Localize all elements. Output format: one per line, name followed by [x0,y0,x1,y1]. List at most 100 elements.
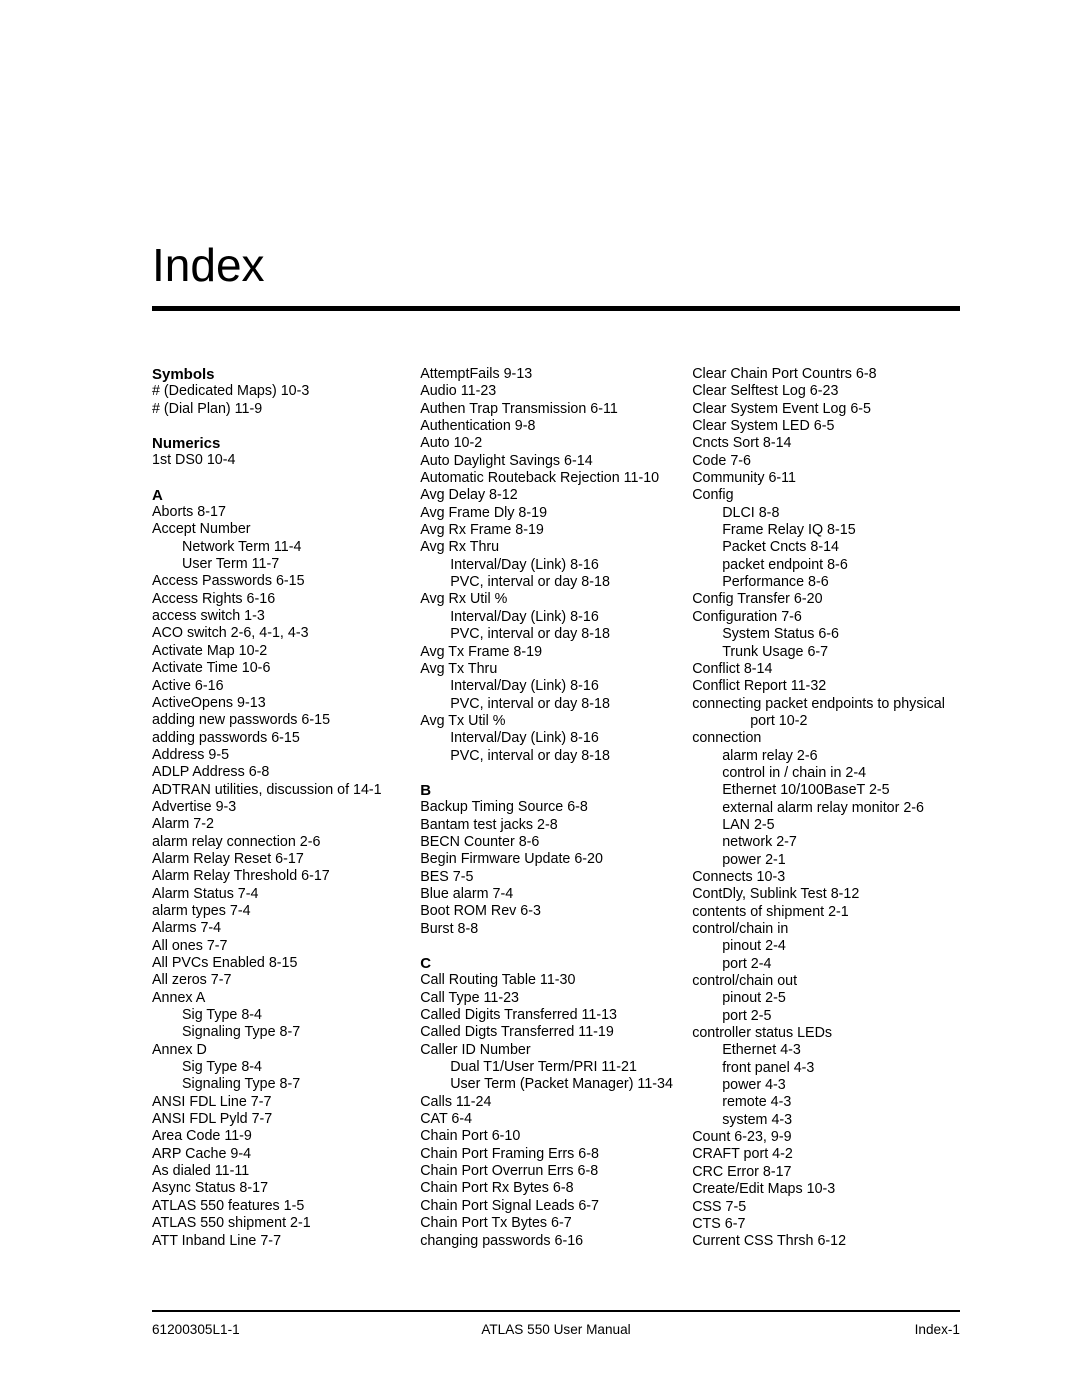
index-subentry: PVC, interval or day 8-18 [450,626,610,643]
index-subentry: packet endpoint 8-6 [722,556,848,573]
index-subentry: power 4-3 [722,1077,786,1094]
index-entry: Async Status 8-17 [152,1180,269,1197]
index-entry: ANSI FDL Pyld 7-7 [152,1111,273,1128]
index-entry: alarm relay connection 2-6 [152,833,321,850]
index-entry: Activate Time 10-6 [152,660,271,677]
index-entry: Calls 11-24 [420,1093,492,1110]
index-subentry: PVC, interval or day 8-18 [450,747,610,764]
index-entry: ContDly, Sublink Test 8-12 [692,886,860,903]
index-entry: AttemptFails 9-13 [420,366,533,382]
index-entry: Community 6-11 [692,470,797,487]
index-entry: 1st DS0 10-4 [152,452,236,469]
index-entry: Aborts 8-17 [152,504,226,521]
index-entry: Avg Tx Thru [420,660,498,677]
index-entry: Burst 8-8 [420,920,479,937]
index-entry: Avg Rx Frame 8-19 [420,522,544,539]
index-entry: CRC Error 8-17 [692,1163,792,1180]
index-entry: contents of shipment 2-1 [692,903,849,920]
footer-manual-title: ATLAS 550 User Manual [481,1322,631,1337]
index-entry: Chain Port Rx Bytes 6-8 [420,1180,574,1197]
index-subentry: Sig Type 8-4 [182,1007,263,1024]
index-entry: Annex D [152,1041,207,1058]
index-entry: Avg Tx Frame 8-19 [420,643,543,660]
index-entry: ATLAS 550 shipment 2-1 [152,1215,311,1232]
index-entry: connection [692,730,762,747]
index-entry: Cncts Sort 8-14 [692,435,792,452]
index-entry: ATT Inband Line 7-7 [152,1232,282,1249]
index-entry: alarm types 7-4 [152,902,251,919]
index-entry: adding new passwords 6-15 [152,712,331,729]
index-subentry: PVC, interval or day 8-18 [450,695,610,712]
index-entry: Address 9-5 [152,746,230,763]
index-entry: Current CSS Thrsh 6-12 [692,1233,847,1250]
index-entry: Access Passwords 6-15 [152,573,305,590]
index-entry: BES 7-5 [420,868,474,885]
index-subentry: network 2-7 [722,834,797,851]
index-entry: ADLP Address 6-8 [152,764,270,781]
index-entry: CRAFT port 4-2 [692,1146,793,1163]
index-entry: ANSI FDL Line 7-7 [152,1093,272,1110]
index-subentry: power 2-1 [722,851,786,868]
index-section-heading: C [420,955,432,972]
index-entry: Create/Edit Maps 10-3 [692,1181,836,1198]
index-entry: ADTRAN utilities, discussion of 14-1 [152,781,382,798]
index-entry: Auto 10-2 [420,435,483,452]
footer-page-number: Index-1 [914,1322,960,1337]
index-entry: Alarm Status 7-4 [152,885,259,902]
index-subentry: Packet Cncts 8-14 [722,539,839,556]
index-section-heading: B [420,781,432,799]
footer-row: 61200305L1-1 ATLAS 550 User Manual Index… [152,1321,960,1339]
index-subentry: Interval/Day (Link) 8-16 [450,608,599,625]
index-entry: Conflict Report 11-32 [692,678,827,695]
index-subentry: pinout 2-4 [722,938,786,955]
index-subentry: User Term 11-7 [182,556,280,573]
index-section-heading: A [152,486,163,504]
index-entry: ATLAS 550 features 1-5 [152,1197,305,1214]
index-entry: Clear System LED 6-5 [692,418,835,435]
index-entry: controller status LEDs [692,1025,833,1042]
title-divider [152,306,960,311]
index-entry: All PVCs Enabled 8-15 [152,955,298,971]
index-subentry: Sig Type 8-4 [182,1059,263,1076]
index-entry: Avg Frame Dly 8-19 [420,504,548,521]
index-entry: Avg Rx Thru [420,539,500,556]
index-page: Index Symbols # (Dedicated Maps) 10-3 # (D… [0,0,1080,1397]
index-entry: Auto Daylight Savings 6-14 [420,452,593,469]
index-entry: All zeros 7-7 [152,972,232,989]
index-section-heading: Numerics [152,435,221,453]
index-entry: control/chain out [692,973,798,990]
index-entry: Bantam test jacks 2-8 [420,816,558,833]
index-entry: Active 6-16 [152,677,224,694]
index-subentry: Network Term 11-4 [182,538,302,555]
page-footer: 61200305L1-1 ATLAS 550 User Manual Index… [152,1310,960,1339]
index-entry: Advertise 9-3 [152,798,237,815]
index-subentry: alarm relay 2-6 [722,747,818,764]
index-section-heading: Symbols [152,366,215,383]
index-entry: Access Rights 6-16 [152,590,276,607]
index-entry: Call Routing Table 11-30 [420,972,576,989]
index-entry: Conflict 8-14 [692,660,773,677]
index-subentry: Trunk Usage 6-7 [722,643,829,660]
index-subentry: Ethernet 4-3 [722,1042,801,1059]
column-3: Clear Chain Port Countrs 6-8 Clear Selfte… [692,366,964,1251]
index-entry: Authentication 9-8 [420,418,536,435]
index-entry: Chain Port 6-10 [420,1128,521,1145]
index-columns: Symbols # (Dedicated Maps) 10-3 # (Dial Pl… [152,366,964,1251]
index-entry: Call Type 11-23 [420,989,520,1006]
index-subentry: port 2-4 [722,955,772,972]
column-1: Symbols # (Dedicated Maps) 10-3 # (Dial Pl… [152,366,400,1250]
index-entry: # (Dial Plan) 11-9 [152,400,263,417]
index-entry: Connects 10-3 [692,868,786,885]
index-subentry: Dual T1/User Term/PRI 11-21 [450,1059,637,1076]
index-entry: control/chain in [692,921,789,937]
index-entry: Alarm 7-2 [152,816,214,833]
index-subentry: Ethernet 10/100BaseT 2-5 [722,782,890,799]
index-entry: BECN Counter 8-6 [420,833,540,850]
index-subentry: PVC, interval or day 8-18 [450,574,610,591]
index-entry: Configuration 7-6 [692,608,802,625]
index-subentry: Interval/Day (Link) 8-16 [450,678,599,695]
index-subentry: Frame Relay IQ 8-15 [722,522,856,539]
index-subentry: LAN 2-5 [722,816,775,833]
index-entry: CAT 6-4 [420,1111,473,1128]
index-subentry: control in / chain in 2-4 [722,764,867,781]
